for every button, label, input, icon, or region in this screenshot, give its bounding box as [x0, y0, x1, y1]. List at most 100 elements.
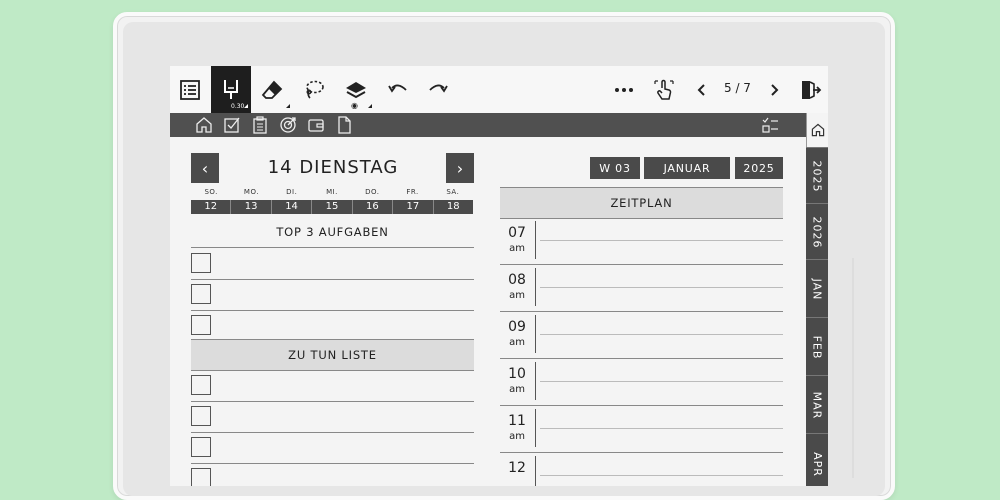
- hour-label: 10: [508, 366, 526, 382]
- next-page-button[interactable]: [754, 66, 794, 113]
- daily-page: ‹ 14 DIENSTAG › SO. MO. DI. MI. DO. FR. …: [170, 137, 806, 486]
- sidebar-tab-2026[interactable]: 2026: [806, 203, 828, 260]
- task-checkbox[interactable]: [191, 437, 211, 457]
- hour-slot[interactable]: 12: [500, 453, 783, 486]
- ampm-label: am: [509, 290, 525, 301]
- hour-label: 12: [508, 460, 526, 476]
- hour-slot[interactable]: 08 am: [500, 265, 783, 312]
- clipboard-icon: [253, 116, 267, 134]
- undo-button[interactable]: [378, 66, 418, 113]
- redo-button[interactable]: [418, 66, 458, 113]
- scroll-indicator: [852, 258, 854, 478]
- undo-icon: [388, 84, 407, 93]
- top3-heading: TOP 3 AUFGABEN: [191, 217, 474, 248]
- eraser-options-indicator: [286, 104, 290, 108]
- layers-button[interactable]: ◉: [336, 66, 376, 113]
- hour-divider: [535, 268, 536, 306]
- next-day-button[interactable]: ›: [446, 153, 474, 183]
- todo-row: [191, 370, 474, 402]
- hour-divider: [535, 221, 536, 259]
- page-tab[interactable]: [334, 115, 354, 135]
- date-link[interactable]: 15: [312, 200, 353, 214]
- hour-slot[interactable]: 07 am: [500, 218, 783, 265]
- eye-icon: ◉: [351, 101, 358, 110]
- week-button[interactable]: W 03: [590, 157, 640, 179]
- touch-toggle-button[interactable]: [644, 66, 684, 113]
- task-checkbox[interactable]: [191, 375, 211, 395]
- week-strip: SO. MO. DI. MI. DO. FR. SA. 12 13 14 15 …: [191, 188, 473, 214]
- lasso-button[interactable]: [294, 66, 334, 113]
- half-hour-line: [540, 428, 783, 429]
- date-link[interactable]: 18: [434, 200, 473, 214]
- task-checkbox[interactable]: [191, 315, 211, 335]
- hour-slot[interactable]: 10 am: [500, 359, 783, 406]
- ampm-label: am: [509, 384, 525, 395]
- hour-label: 09: [508, 319, 526, 335]
- date-link[interactable]: 13: [231, 200, 272, 214]
- eraser-button[interactable]: [252, 66, 292, 113]
- tasks-tab[interactable]: [222, 115, 242, 135]
- home-tab[interactable]: [194, 115, 214, 135]
- pen-size-label: 0.30: [231, 103, 245, 110]
- sidebar-tab-label: 2026: [810, 216, 824, 248]
- task-checkbox[interactable]: [191, 284, 211, 304]
- date-link[interactable]: 17: [393, 200, 434, 214]
- hour-label: 08: [508, 272, 526, 288]
- layers-icon: [346, 81, 366, 98]
- more-icon: [615, 87, 633, 92]
- sidebar-tab-jan[interactable]: JAN: [806, 259, 828, 318]
- finance-tab[interactable]: [306, 115, 326, 135]
- chevron-right-icon: ›: [456, 158, 464, 178]
- weekday-name: SA.: [446, 188, 460, 196]
- weekday-names: SO. MO. DI. MI. DO. FR. SA.: [191, 188, 473, 200]
- half-hour-line: [540, 240, 783, 241]
- home-icon: [811, 123, 825, 137]
- hour-divider: [535, 315, 536, 353]
- day-title: 14 DIENSTAG: [267, 157, 399, 178]
- todo-row: [191, 401, 474, 433]
- sidebar-tab-label: JAN: [810, 278, 824, 300]
- eraser-icon: [261, 80, 283, 99]
- prev-page-icon: [697, 83, 705, 96]
- sidebar-tab-apr[interactable]: APR: [806, 433, 828, 486]
- prev-page-button[interactable]: [682, 66, 722, 113]
- toolbar: 0.30 ◉ 5 / 7: [170, 66, 828, 113]
- exit-button[interactable]: [790, 66, 828, 113]
- pen-tool-button[interactable]: 0.30: [211, 66, 251, 113]
- exit-icon: [802, 80, 822, 99]
- top3-row: [191, 279, 474, 311]
- sidebar-tab-feb[interactable]: FEB: [806, 317, 828, 376]
- hour-divider: [535, 456, 536, 486]
- more-button[interactable]: [604, 66, 644, 113]
- month-button[interactable]: JANUAR: [644, 157, 730, 179]
- layers-options-indicator: [368, 104, 372, 108]
- todo-row: [191, 463, 474, 486]
- year-button[interactable]: 2025: [735, 157, 783, 179]
- task-checkbox[interactable]: [191, 253, 211, 273]
- date-link[interactable]: 14: [272, 200, 313, 214]
- hour-divider: [535, 362, 536, 400]
- sidebar-tab-2025[interactable]: 2025: [806, 147, 828, 204]
- task-checkbox[interactable]: [191, 468, 211, 486]
- ampm-label: am: [509, 243, 525, 254]
- sidebar-home-tab[interactable]: [806, 113, 828, 147]
- goals-tab[interactable]: [278, 115, 298, 135]
- sidebar-tab-mar[interactable]: MAR: [806, 375, 828, 434]
- hour-label: 11: [508, 413, 526, 429]
- home-icon: [196, 117, 212, 133]
- date-link[interactable]: 16: [353, 200, 394, 214]
- hour-slot[interactable]: 09 am: [500, 312, 783, 359]
- page-indicator: 5 / 7: [724, 81, 751, 95]
- sidebar-tab-label: MAR: [810, 391, 824, 419]
- hour-slot[interactable]: 11 am: [500, 406, 783, 453]
- screen: 0.30 ◉ 5 / 7 2025 2026 JAN FEB MAR APR ‹…: [170, 66, 828, 486]
- toc-button[interactable]: [170, 66, 210, 113]
- notes-tab[interactable]: [250, 115, 270, 135]
- document-icon: [338, 116, 351, 134]
- sidebar-tab-label: 2025: [810, 160, 824, 192]
- prev-day-button[interactable]: ‹: [191, 153, 219, 183]
- date-link[interactable]: 12: [191, 200, 232, 214]
- checklist-tab[interactable]: [760, 115, 780, 135]
- task-checkbox[interactable]: [191, 406, 211, 426]
- weekday-dates: 12 13 14 15 16 17 18: [191, 200, 473, 214]
